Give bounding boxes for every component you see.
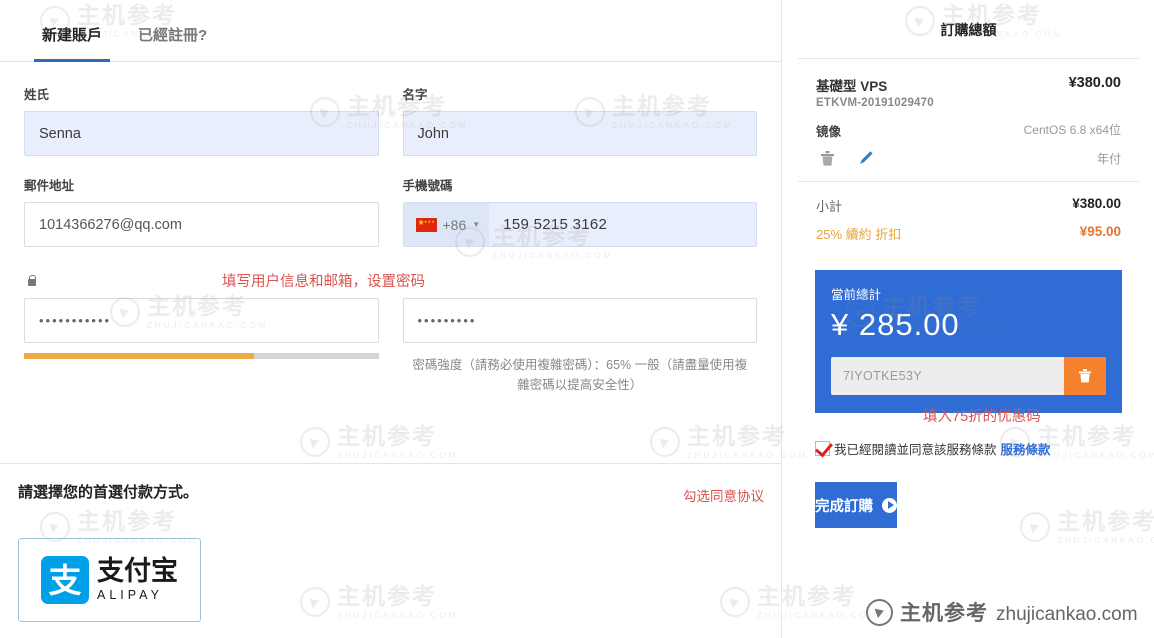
payment-option-alipay[interactable]: 支 支付宝 ALIPAY — [18, 538, 201, 622]
password-strength-bar — [24, 353, 379, 359]
annotation-promo: 填入75折的优惠码 — [923, 409, 1041, 425]
payment-section-title: 請選擇您的首選付款方式。 — [18, 484, 199, 501]
chevron-down-icon: ▼ — [472, 220, 481, 229]
product-sku: ETKVM-20191029470 — [816, 97, 934, 109]
discount-value: ¥95.00 — [1079, 224, 1121, 239]
lastname-label: 姓氏 — [24, 88, 50, 102]
complete-order-label: 完成訂購 — [815, 498, 873, 515]
password-confirm-input[interactable]: ••••••••• — [402, 298, 757, 343]
order-summary-title: 訂購總額 — [798, 0, 1139, 59]
email-input[interactable]: 1014366276@qq.com — [24, 202, 379, 247]
password-strength-fill — [24, 353, 255, 359]
checkout-page: 主机参考 ZHUJICANKAO.COM 主机参考 ZHUJICANKAO.CO… — [0, 0, 1154, 638]
china-flag-icon — [415, 216, 437, 232]
lastname-field: 姓氏 Senna — [24, 84, 379, 156]
phone-label: 手機號碼 — [402, 179, 453, 193]
email-label: 郵件地址 — [24, 179, 75, 193]
phone-field: 手機號碼 +86 ▼ 159 5215 3162 — [402, 175, 757, 247]
discount-label: 25% 續約 折扣 — [816, 227, 902, 242]
promo-code-input[interactable]: 7IYOTKE53Y — [831, 357, 1064, 395]
total-box: 當前總計 ¥ 285.00 7IYOTKE53Y — [815, 270, 1122, 413]
country-code-value: +86 — [442, 216, 467, 233]
phone-input-group[interactable]: +86 ▼ 159 5215 3162 — [402, 202, 757, 247]
registration-form: 姓氏 Senna 名字 John 郵件地址 1014366276@qq.com … — [0, 62, 781, 395]
order-product: 基礎型 VPS ETKVM-20191029470 ¥380.00 镜像 Cen… — [798, 59, 1139, 182]
subtotal-label: 小計 — [816, 199, 843, 214]
section-divider — [0, 463, 781, 464]
product-name: 基礎型 VPS — [816, 79, 888, 94]
firstname-label: 名字 — [402, 88, 428, 102]
product-price: ¥380.00 — [1068, 75, 1121, 91]
alipay-icon: 支 — [41, 556, 89, 604]
alipay-label-cn: 支付宝 — [97, 556, 178, 587]
terms-link[interactable]: 服務條款 — [1001, 439, 1051, 458]
subtotal-value: ¥380.00 — [1072, 196, 1121, 211]
product-attribute-label: 镜像 — [816, 125, 842, 139]
terms-agreement-row: 我已經閱讀並同意該服務條款 服務條款 — [815, 439, 1122, 458]
edit-pencil-icon[interactable] — [857, 150, 874, 167]
annotation-agree: 勾选同意协议 — [683, 489, 764, 504]
total-amount: ¥ 285.00 — [831, 307, 960, 342]
password-input[interactable]: ••••••••••• — [24, 298, 379, 343]
order-summary-panel: 訂購總額 基礎型 VPS ETKVM-20191029470 ¥380.00 镜… — [783, 0, 1154, 638]
country-code-selector[interactable]: +86 ▼ — [403, 203, 490, 246]
lastname-input[interactable]: Senna — [24, 111, 379, 156]
total-label: 當前總計 — [831, 288, 882, 302]
terms-checkbox[interactable] — [815, 441, 830, 456]
password-row: ••••••••••• ••••••••• 密碼強度（請務必使用複雜密碼）：65… — [24, 298, 757, 395]
phone-number-input[interactable]: 159 5215 3162 — [489, 203, 756, 246]
order-totals: 小計 ¥380.00 25% 續約 折扣 ¥95.00 — [798, 182, 1139, 264]
product-attribute-value: CentOS 6.8 x64位 — [1023, 123, 1121, 137]
firstname-input[interactable]: John — [402, 111, 757, 156]
promo-code-row: 7IYOTKE53Y — [831, 357, 1106, 395]
alipay-glyph: 支 — [48, 560, 82, 600]
arrow-right-icon — [882, 497, 897, 513]
password-field: ••••••••••• — [24, 298, 379, 395]
name-row: 姓氏 Senna 名字 John — [24, 84, 757, 175]
tab-new-account[interactable]: 新建賬戶 — [24, 24, 120, 62]
trash-icon[interactable] — [820, 150, 835, 167]
complete-order-button[interactable]: 完成訂購 — [815, 482, 897, 528]
account-tabs: 新建賬戶 已經註冊? — [0, 0, 781, 62]
tab-existing-account[interactable]: 已經註冊? — [120, 24, 225, 61]
registration-panel: 新建賬戶 已經註冊? 姓氏 Senna 名字 John 郵件地址 1014366… — [0, 0, 782, 638]
terms-text: 我已經閱讀並同意該服務條款 — [834, 443, 997, 457]
password-strength-text: 密碼強度（請務必使用複雜密碼）：65% 一般（請盡量使用複雜密碼以提高安全性） — [412, 358, 748, 392]
password-confirm-field: ••••••••• 密碼強度（請務必使用複雜密碼）：65% 一般（請盡量使用複雜… — [402, 298, 757, 395]
subtotal-row: 小計 ¥380.00 — [816, 196, 1121, 215]
contact-row: 郵件地址 1014366276@qq.com 手機號碼 +86 ▼ 159 52… — [24, 175, 757, 266]
billing-cycle: 年付 — [1096, 152, 1121, 166]
alipay-label-en: ALIPAY — [97, 588, 163, 603]
discount-row: 25% 續約 折扣 ¥95.00 — [816, 224, 1121, 243]
firstname-field: 名字 John — [402, 84, 757, 156]
trash-icon — [1079, 369, 1091, 383]
annotation-user-info: 填写用户信息和邮箱，设置密码 — [222, 274, 425, 290]
lock-icon — [26, 274, 37, 287]
email-field: 郵件地址 1014366276@qq.com — [24, 175, 379, 247]
promo-remove-button[interactable] — [1064, 357, 1106, 395]
password-lock-spacer — [403, 266, 758, 294]
